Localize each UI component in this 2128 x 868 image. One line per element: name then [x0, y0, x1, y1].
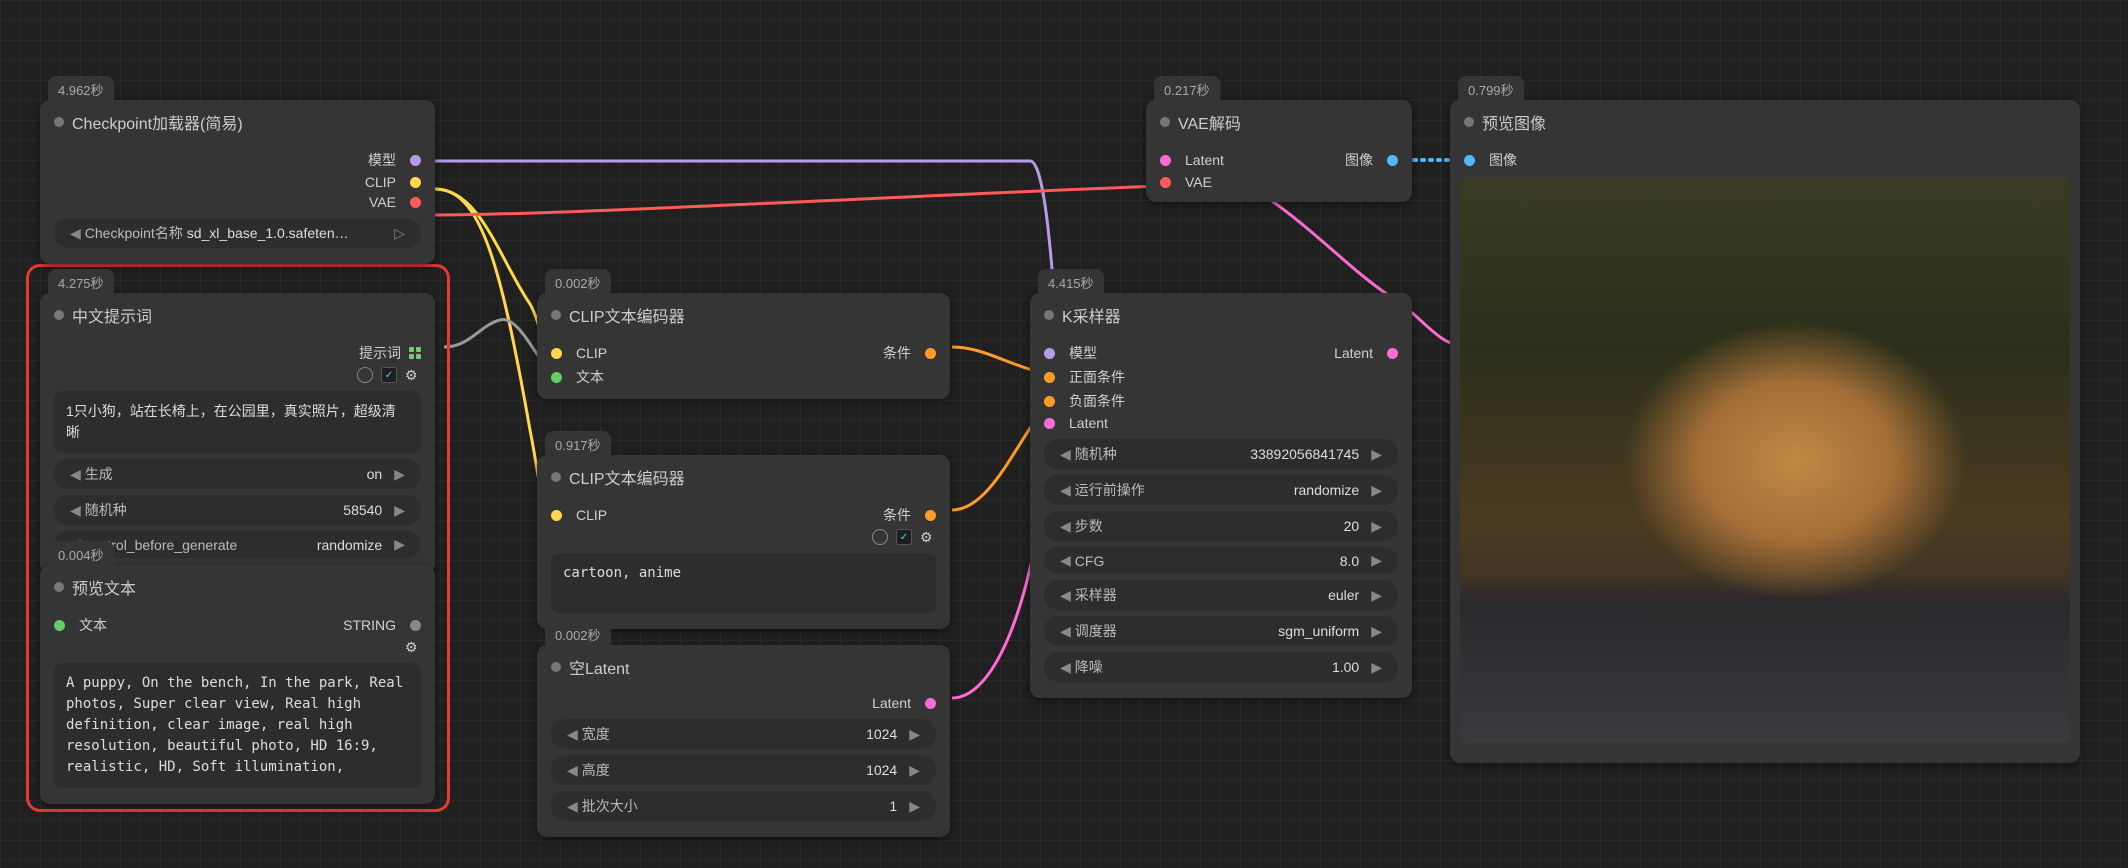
input-label: 模型	[1069, 343, 1097, 363]
checkbox-icon[interactable]: ✓	[381, 367, 397, 383]
node-clip-encoder-negative[interactable]: 0.917秒 CLIP文本编码器 CLIP 条件 ✓⚙ cartoon, ani…	[537, 455, 950, 629]
grid-icon	[409, 347, 421, 359]
generate-widget[interactable]: ◀生成on▶	[54, 459, 421, 489]
node-chinese-prompt[interactable]: 4.275秒 中文提示词 提示词 ✓⚙ 1只小狗，站在长椅上，在公园里，真实照片…	[40, 293, 435, 574]
prompt-textbox[interactable]: 1只小狗，站在长椅上，在公园里，真实照片，超级清晰	[54, 391, 421, 453]
output-label: 提示词	[359, 343, 401, 363]
output-label: CLIP	[365, 174, 396, 190]
timing-badge: 0.799秒	[1458, 76, 1524, 103]
input-label: CLIP	[576, 345, 607, 361]
cfg-widget[interactable]: ◀CFG8.0▶	[1044, 547, 1398, 574]
height-widget[interactable]: ◀高度1024▶	[551, 755, 936, 785]
node-title: VAE解码	[1178, 110, 1241, 134]
node-title: CLIP文本编码器	[569, 303, 685, 327]
timing-badge: 4.275秒	[48, 269, 114, 296]
node-graph-canvas[interactable]: 4.962秒 Checkpoint加载器(简易) 模型 CLIP VAE ◀ C…	[0, 0, 2128, 868]
circle-icon[interactable]	[357, 367, 373, 383]
preview-textbox: A puppy, On the bench, In the park, Real…	[54, 663, 421, 788]
input-label: 文本	[79, 615, 107, 635]
input-label: 负面条件	[1069, 391, 1125, 411]
node-title: 中文提示词	[72, 303, 152, 327]
timing-badge: 0.002秒	[545, 621, 611, 648]
output-label: 模型	[368, 150, 396, 170]
scheduler-widget[interactable]: ◀调度器sgm_uniform▶	[1044, 616, 1398, 646]
input-label: Latent	[1185, 152, 1224, 168]
sampler-widget[interactable]: ◀采样器euler▶	[1044, 580, 1398, 610]
denoise-widget[interactable]: ◀降噪1.00▶	[1044, 652, 1398, 682]
output-label: 图像	[1345, 150, 1373, 170]
settings-icon[interactable]: ⚙	[405, 639, 421, 655]
circle-icon[interactable]	[872, 529, 888, 545]
chevron-left-icon[interactable]: ◀	[66, 225, 85, 242]
negative-prompt-textbox[interactable]: cartoon, anime	[551, 553, 936, 613]
input-label: 正面条件	[1069, 367, 1125, 387]
output-label: Latent	[1334, 345, 1373, 361]
node-title: 预览图像	[1482, 110, 1546, 134]
node-vae-decode[interactable]: 0.217秒 VAE解码 Latent图像 VAE	[1146, 100, 1412, 202]
node-title: 空Latent	[569, 655, 630, 679]
checkpoint-name-widget[interactable]: ◀ Checkpoint名称 sd_xl_base_1.0.safeten… ▷	[54, 218, 421, 248]
node-empty-latent[interactable]: 0.002秒 空Latent Latent ◀宽度1024▶ ◀高度1024▶ …	[537, 645, 950, 837]
chevron-right-icon[interactable]: ▷	[390, 225, 409, 242]
timing-badge: 0.004秒	[48, 541, 114, 568]
input-label: VAE	[1185, 174, 1212, 190]
timing-badge: 0.917秒	[545, 431, 611, 458]
node-checkpoint-loader[interactable]: 4.962秒 Checkpoint加载器(简易) 模型 CLIP VAE ◀ C…	[40, 100, 435, 264]
node-title: 预览文本	[72, 575, 136, 599]
node-title: CLIP文本编码器	[569, 465, 685, 489]
input-label: 图像	[1489, 150, 1517, 170]
node-preview-text[interactable]: 0.004秒 预览文本 文本 STRING ⚙ A puppy, On the …	[40, 565, 435, 804]
output-label: 条件	[883, 505, 911, 525]
timing-badge: 4.962秒	[48, 76, 114, 103]
seed-widget[interactable]: ◀随机种33892056841745▶	[1044, 439, 1398, 469]
steps-widget[interactable]: ◀步数20▶	[1044, 511, 1398, 541]
node-preview-image[interactable]: 0.799秒 预览图像 图像	[1450, 100, 2080, 763]
node-clip-encoder-positive[interactable]: 0.002秒 CLIP文本编码器 CLIP 条件 文本	[537, 293, 950, 399]
node-title: K采样器	[1062, 303, 1121, 327]
output-label: Latent	[872, 695, 911, 711]
node-ksampler[interactable]: 4.415秒 K采样器 模型Latent 正面条件 负面条件 Latent ◀随…	[1030, 293, 1412, 698]
output-label: 条件	[883, 343, 911, 363]
input-label: Latent	[1069, 415, 1108, 431]
preop-widget[interactable]: ◀运行前操作randomize▶	[1044, 475, 1398, 505]
checkbox-icon[interactable]: ✓	[896, 529, 912, 545]
seed-widget[interactable]: ◀随机种58540▶	[54, 495, 421, 525]
node-title: Checkpoint加载器(简易)	[72, 110, 243, 134]
timing-badge: 4.415秒	[1038, 269, 1104, 296]
timing-badge: 0.217秒	[1154, 76, 1220, 103]
output-label: VAE	[369, 194, 396, 210]
batch-widget[interactable]: ◀批次大小1▶	[551, 791, 936, 821]
settings-icon[interactable]: ⚙	[405, 367, 421, 383]
settings-icon[interactable]: ⚙	[920, 529, 936, 545]
input-label: 文本	[576, 367, 604, 387]
input-label: CLIP	[576, 507, 607, 523]
timing-badge: 0.002秒	[545, 269, 611, 296]
width-widget[interactable]: ◀宽度1024▶	[551, 719, 936, 749]
output-label: STRING	[343, 617, 396, 633]
generated-image-puppy-on-bench[interactable]	[1460, 178, 2070, 743]
